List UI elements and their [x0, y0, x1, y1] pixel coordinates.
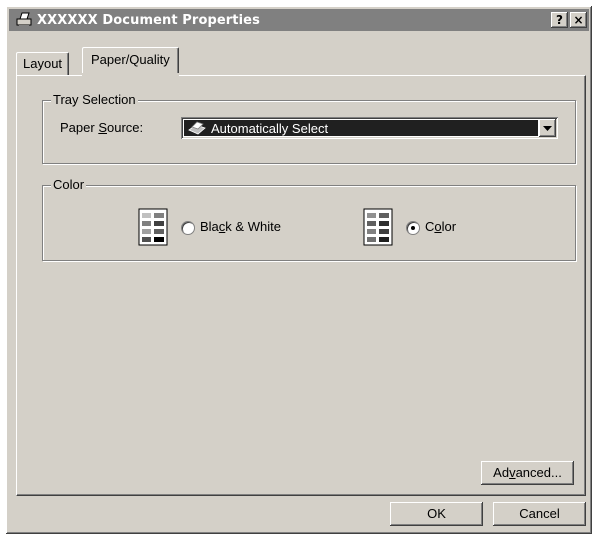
title-bar[interactable]: XXXXXX Document Properties ? × [9, 9, 589, 31]
close-button[interactable]: × [570, 12, 587, 28]
chevron-down-icon [543, 125, 552, 131]
paper-quality-panel: Tray Selection Paper Source: Automatical… [16, 75, 586, 496]
dropdown-button[interactable] [539, 119, 556, 137]
paper-source-select[interactable]: Automatically Select [181, 117, 558, 139]
color-document-icon [363, 208, 393, 246]
cancel-button[interactable]: Cancel [493, 502, 586, 526]
tray-icon [188, 121, 206, 135]
color-group: Color Black & White Color [42, 177, 576, 261]
color-label[interactable]: Color [425, 219, 456, 234]
tray-selection-group: Tray Selection Paper Source: Automatical… [42, 92, 576, 164]
tab-layout[interactable]: Layout [16, 52, 70, 75]
paper-source-selected: Automatically Select [184, 120, 538, 136]
bw-radio[interactable] [181, 221, 195, 235]
color-group-label: Color [51, 177, 87, 192]
bw-label[interactable]: Black & White [200, 219, 281, 234]
paper-source-label: Paper Source: [60, 120, 144, 135]
help-button[interactable]: ? [551, 12, 568, 28]
printer-icon [16, 12, 32, 27]
window-title: XXXXXX Document Properties [37, 12, 260, 28]
paper-source-value: Automatically Select [211, 120, 329, 136]
advanced-button[interactable]: Advanced... [481, 461, 574, 485]
ok-button[interactable]: OK [390, 502, 483, 526]
document-properties-dialog: XXXXXX Document Properties ? × Layout Pa… [6, 6, 592, 534]
tray-selection-label: Tray Selection [51, 92, 138, 107]
color-radio[interactable] [406, 221, 420, 235]
grayscale-document-icon [138, 208, 168, 246]
tab-paper-quality[interactable]: Paper/Quality [82, 47, 179, 76]
